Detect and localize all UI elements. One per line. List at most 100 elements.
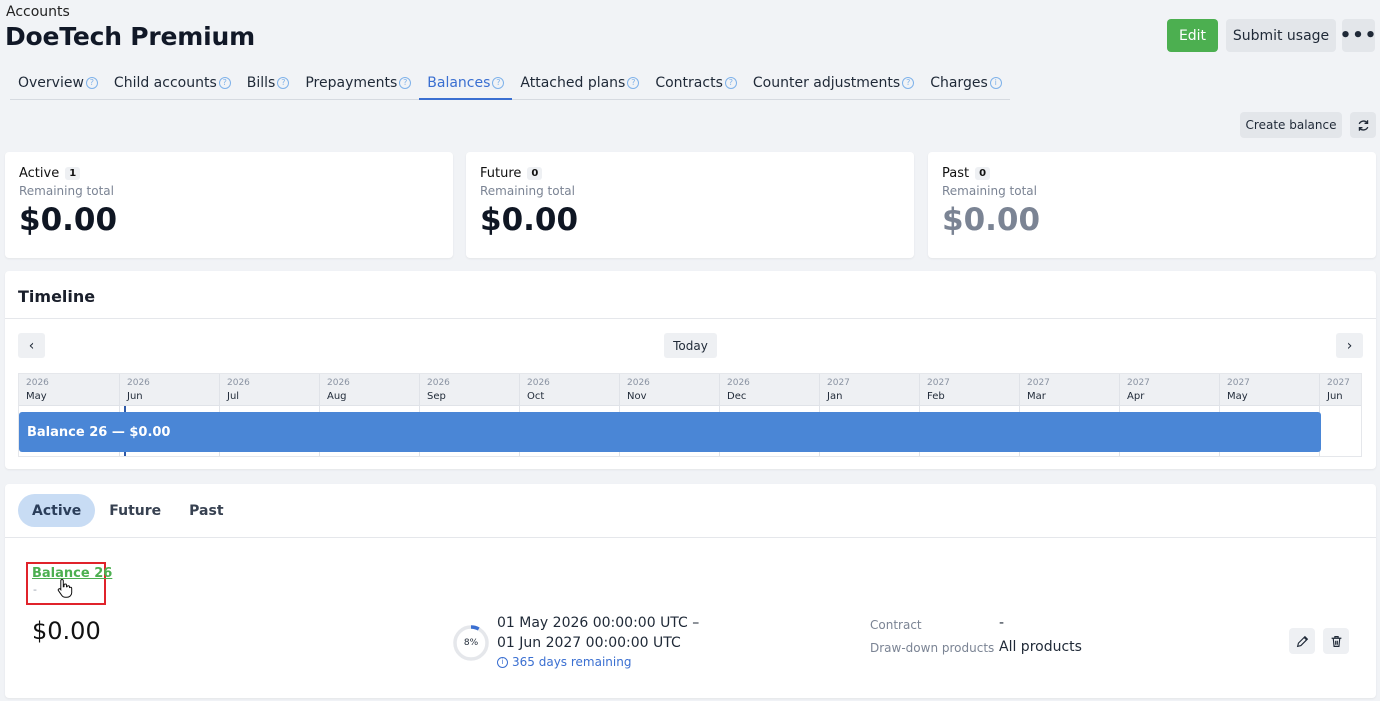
trash-icon [1331, 635, 1341, 647]
stat-subtitle: Remaining total [19, 184, 114, 198]
timeline-month: Jun [127, 391, 143, 402]
tab-contracts[interactable]: Contracts? [647, 66, 745, 99]
tab-attached-plans[interactable]: Attached plans? [512, 66, 647, 99]
create-balance-button[interactable]: Create balance [1240, 112, 1342, 138]
question-icon: ? [277, 76, 290, 89]
pencil-icon [1296, 635, 1308, 647]
timeline-month: Dec [727, 391, 747, 402]
active-stat-card: Active 1 Remaining total $0.00 [5, 152, 453, 258]
tab-prepayments[interactable]: Prepayments? [297, 66, 419, 99]
tab-label: Balances [427, 74, 491, 91]
breadcrumb[interactable]: Accounts [6, 4, 70, 20]
delete-balance-button[interactable] [1323, 628, 1349, 654]
tab-label: Overview [18, 74, 84, 91]
timeline-year: 2027 [1027, 378, 1050, 388]
edit-balance-button[interactable] [1289, 628, 1315, 654]
tab-charges[interactable]: Charges i [922, 66, 1010, 99]
question-icon: ? [218, 76, 231, 89]
timeline-year: 2026 [527, 378, 550, 388]
date-range-start: 01 May 2026 00:00:00 UTC – [497, 615, 700, 631]
stat-value: $0.00 [480, 202, 579, 238]
balance-amount: $0.00 [32, 617, 101, 645]
timeline-month: May [26, 391, 47, 402]
date-range-end: 01 Jun 2027 00:00:00 UTC [497, 635, 681, 651]
tab-label: Bills [246, 74, 276, 91]
stat-label: Future [480, 166, 522, 181]
question-icon: ? [724, 76, 737, 89]
question-icon: ? [85, 76, 98, 89]
submit-usage-button[interactable]: Submit usage [1226, 19, 1336, 52]
timeline-month: May [1227, 391, 1248, 402]
question-icon: ? [492, 76, 505, 89]
timeline-year: 2027 [827, 378, 850, 388]
question-icon: ? [399, 76, 412, 89]
tab-bills[interactable]: Bills? [239, 66, 298, 99]
timeline-month: Feb [927, 391, 945, 402]
status-filter: Active Future Past [18, 494, 238, 527]
tab-label: Child accounts [113, 74, 217, 91]
tab-label: Prepayments [305, 74, 398, 91]
question-icon: ? [902, 76, 915, 89]
timeline-prev-button[interactable]: ‹ [18, 333, 45, 358]
more-options-button[interactable]: ••• [1340, 19, 1376, 52]
timeline-month: Sep [427, 391, 446, 402]
days-remaining: i 365 days remaining [497, 655, 631, 669]
filter-past[interactable]: Past [175, 494, 237, 527]
tab-counter-adjustments[interactable]: Counter adjustments? [745, 66, 922, 99]
products-label: Draw-down products [870, 641, 995, 655]
info-icon: i [497, 656, 508, 668]
refresh-icon [1358, 119, 1368, 131]
count-badge: 0 [527, 167, 543, 180]
progress-percent: 8% [463, 638, 479, 648]
hand-cursor-icon [57, 578, 73, 598]
timeline-month: Oct [527, 391, 545, 402]
stat-label: Active [19, 166, 60, 181]
divider [5, 318, 1376, 319]
timeline-month: Mar [1027, 391, 1046, 402]
tab-label: Charges [930, 74, 988, 91]
tab-overview[interactable]: Overview? [10, 66, 106, 99]
timeline-grid: 2026 May 2026 Jun 2026 Jul 2026 Aug 2026 Sep 2026 O… [18, 373, 1362, 457]
filter-active[interactable]: Active [18, 494, 96, 527]
filter-future[interactable]: Future [95, 494, 175, 527]
timeline-next-button[interactable]: › [1336, 333, 1363, 358]
timeline-year: 2027 [1127, 378, 1150, 388]
products-value: All products [999, 639, 1082, 655]
count-badge: 1 [65, 167, 81, 180]
today-button[interactable]: Today [664, 333, 717, 358]
balance-description: - [33, 583, 37, 596]
timeline-year: 2027 [927, 378, 950, 388]
timeline-month: Jun [1327, 391, 1343, 402]
timeline-year: 2026 [627, 378, 650, 388]
timeline-month-column: 2027 Jun [1319, 374, 1361, 456]
tab-label: Contracts [655, 74, 723, 91]
tab-balances[interactable]: Balances? [419, 66, 513, 100]
timeline-year: 2026 [227, 378, 250, 388]
timeline-balance-bar[interactable]: Balance 26 — $0.00 [19, 412, 1321, 452]
timeline-card: Timeline ‹ Today › 2026 May 2026 Jun 2026 Jul… [5, 271, 1376, 469]
timeline-month: Nov [627, 391, 647, 402]
timeline-title: Timeline [18, 287, 96, 306]
tab-label: Attached plans [520, 74, 626, 91]
timeline-year: 2026 [26, 378, 49, 388]
stat-label: Past [942, 166, 970, 181]
info-icon: i [989, 76, 1002, 89]
stat-subtitle: Remaining total [942, 184, 1037, 198]
tab-bar: Overview? Child accounts? Bills? Prepaym… [10, 66, 1010, 100]
stat-value: $0.00 [19, 202, 118, 238]
timeline-year: 2026 [727, 378, 750, 388]
days-remaining-text: 365 days remaining [512, 655, 632, 669]
balances-list-card: Active Future Past Balance 26 - $0.00 8%… [5, 484, 1376, 698]
edit-button[interactable]: Edit [1167, 19, 1218, 52]
timeline-month: Apr [1127, 391, 1145, 402]
page-title: DoeTech Premium [5, 22, 255, 51]
timeline-year: 2026 [327, 378, 350, 388]
future-stat-card: Future 0 Remaining total $0.00 [466, 152, 914, 258]
tab-child-accounts[interactable]: Child accounts? [106, 66, 239, 99]
stat-subtitle: Remaining total [480, 184, 575, 198]
timeline-month: Jul [227, 391, 240, 402]
timeline-year: 2027 [1327, 378, 1350, 388]
chevron-left-icon: ‹ [28, 337, 35, 354]
refresh-button[interactable] [1350, 112, 1376, 138]
count-badge: 0 [975, 167, 991, 180]
